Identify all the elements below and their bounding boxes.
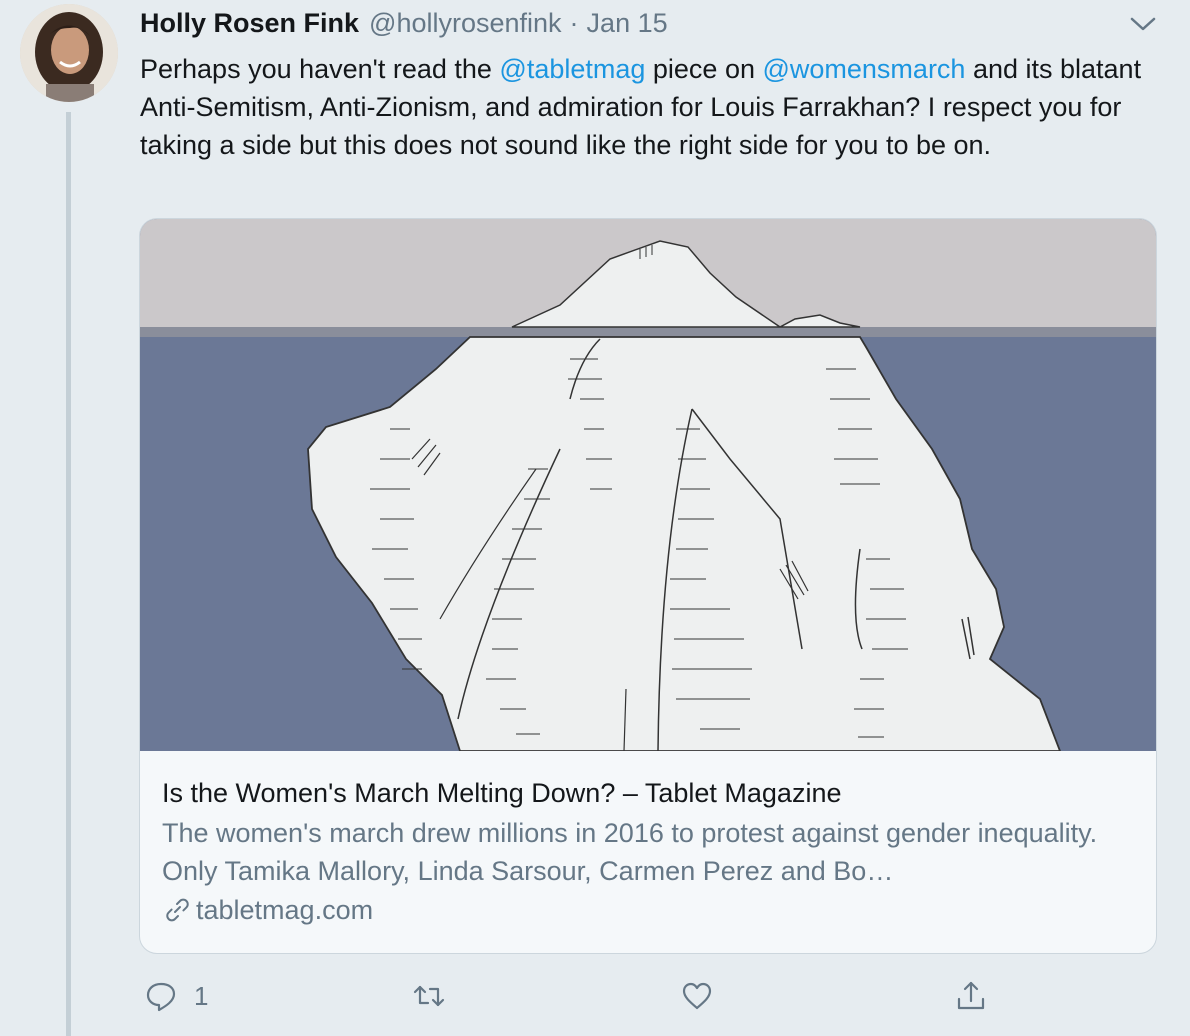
tweet-actions: 1 [140,976,1160,1016]
card-body[interactable]: Is the Women's March Melting Down? – Tab… [162,774,1137,929]
link-icon [166,898,189,922]
reply-icon [146,982,176,1012]
card-description: The women's march drew millions in 2016 … [162,818,1098,886]
card-domain-text[interactable]: tabletmag.com [196,891,373,929]
mention-womensmarch[interactable]: @womensmarch [762,54,965,84]
author-name[interactable]: Holly Rosen Fink [140,8,359,39]
tweet-date[interactable]: Jan 15 [587,8,668,39]
tweet[interactable]: Holly Rosen Fink @hollyrosenfink · Jan 1… [0,0,1190,1036]
thread-line [66,112,71,1036]
reply-count: 1 [194,980,209,1011]
tweet-text-part: piece on [645,54,763,84]
card-title[interactable]: Is the Women's March Melting Down? – Tab… [162,774,1137,812]
tweet-text: Perhaps you haven't read the @tabletmag … [140,50,1150,164]
like-icon [682,982,712,1010]
tweet-text-part: Perhaps you haven't read the [140,54,500,84]
header-separator: · [569,8,579,38]
like-button[interactable] [680,976,714,1016]
retweet-button[interactable] [412,976,446,1016]
share-button[interactable] [954,976,988,1016]
tweet-header: Holly Rosen Fink @hollyrosenfink · Jan 1… [140,8,668,42]
caret-down-icon[interactable] [1128,12,1158,36]
share-icon [957,981,985,1010]
retweet-icon [413,985,445,1007]
card-image[interactable] [140,219,1156,752]
reply-button[interactable]: 1 [144,976,208,1016]
card-domain[interactable]: tabletmag.com [162,891,1137,929]
author-handle[interactable]: @hollyrosenfink [369,8,562,39]
avatar[interactable] [20,4,118,102]
mention-tabletmag[interactable]: @tabletmag [499,54,645,84]
link-card[interactable]: Is the Women's March Melting Down? – Tab… [139,218,1157,954]
